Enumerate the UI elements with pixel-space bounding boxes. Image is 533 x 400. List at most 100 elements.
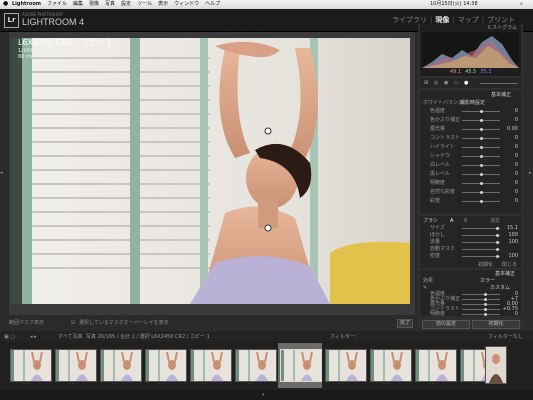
slider-knob[interactable] xyxy=(496,227,499,230)
slider-track[interactable] xyxy=(462,304,500,305)
main-photo[interactable] xyxy=(10,38,410,304)
filmstrip-cell[interactable]: · · xyxy=(323,343,367,388)
brush-tab-erase[interactable]: 消去 xyxy=(490,218,500,224)
slider-knob[interactable] xyxy=(496,241,499,244)
slider-knob[interactable] xyxy=(480,155,483,158)
slider-track[interactable] xyxy=(462,294,500,295)
filmstrip-toggle-icon[interactable]: ▾ xyxy=(262,392,265,398)
filmstrip-thumbnail[interactable] xyxy=(100,349,142,382)
menu-item[interactable]: 設定 xyxy=(121,1,131,7)
filmstrip-thumbnail[interactable] xyxy=(415,349,457,382)
slider-row[interactable]: シャドウ 0 xyxy=(420,153,521,162)
menu-item[interactable]: 編集 xyxy=(73,1,83,7)
slider-track[interactable] xyxy=(462,299,500,300)
slider-value[interactable]: 0 xyxy=(515,153,518,159)
slider-knob[interactable] xyxy=(480,191,483,194)
filmstrip-thumbnail[interactable] xyxy=(280,349,322,382)
filmstrip-cell[interactable]: · · xyxy=(188,343,232,388)
slider-knob[interactable] xyxy=(496,255,499,258)
slider-row[interactable]: 流量 100 xyxy=(420,239,521,246)
slider-knob[interactable] xyxy=(480,200,483,203)
slider-knob[interactable] xyxy=(480,128,483,131)
menu-item[interactable]: ファイル xyxy=(47,1,67,7)
slider-row[interactable]: 自動マスク xyxy=(420,246,521,253)
slider-knob[interactable] xyxy=(480,182,483,185)
slider-row[interactable]: 明瞭度 0 xyxy=(420,311,521,317)
filmstrip-thumbnail[interactable] xyxy=(10,349,52,382)
filmstrip-cell[interactable]: · · xyxy=(143,343,187,388)
filmstrip-thumbnail[interactable] xyxy=(485,346,507,384)
spot-removal-icon[interactable]: ◎ xyxy=(434,80,438,86)
filmstrip-thumbnail[interactable] xyxy=(325,349,367,382)
slider-track[interactable] xyxy=(462,242,500,243)
slider-value[interactable]: 0 xyxy=(515,135,518,141)
slider-row[interactable]: 彩度 0 xyxy=(420,198,521,207)
wb-value[interactable]: 撮影時設定 xyxy=(460,100,485,106)
left-panel-toggle-icon[interactable]: ◂ xyxy=(0,170,4,178)
slider-row[interactable]: コントラスト 0 xyxy=(420,135,521,144)
slider-knob[interactable] xyxy=(496,248,499,251)
basic-panel-header[interactable]: 基本補正 xyxy=(491,92,511,98)
filmstrip-thumbnail[interactable] xyxy=(235,349,277,382)
menu-item[interactable]: 現像 xyxy=(89,1,99,7)
spotlight-icon[interactable]: ⌕ xyxy=(520,1,523,7)
slider-row[interactable]: 色温度 0 xyxy=(420,108,521,117)
filmstrip-cell[interactable]: · · xyxy=(413,343,457,388)
slider-row[interactable]: ぼかし 100 xyxy=(420,232,521,239)
slider-track[interactable] xyxy=(462,256,500,257)
filmstrip-cell[interactable]: · · xyxy=(278,343,322,388)
overlay-checkbox-icon[interactable]: ☑ xyxy=(71,320,75,326)
slider-track[interactable] xyxy=(462,249,500,250)
slider-knob[interactable] xyxy=(480,164,483,167)
redeye-icon[interactable]: ◉ xyxy=(444,80,448,86)
filmstrip-cell[interactable]: · · xyxy=(368,343,412,388)
slider-value[interactable]: 0 xyxy=(515,311,518,317)
graduated-filter-icon[interactable]: ▭ xyxy=(454,80,459,86)
tone-panel-header[interactable]: 基本補正 xyxy=(495,271,515,277)
slider-knob[interactable] xyxy=(480,119,483,122)
apple-icon[interactable]: ● xyxy=(3,1,8,7)
slider-row[interactable]: 白レベル 0 xyxy=(420,162,521,171)
slider-value[interactable]: 0 xyxy=(515,198,518,204)
filmstrip-thumbnail[interactable] xyxy=(370,349,412,382)
brush-close-button[interactable]: 閉じる xyxy=(502,262,517,268)
slider-row[interactable]: 露光量 0.00 xyxy=(420,126,521,135)
view-grid-icon[interactable]: ▣ ▢ xyxy=(4,334,15,340)
menu-item[interactable]: Lightroom xyxy=(12,1,41,7)
menu-item[interactable]: ツール xyxy=(137,1,152,7)
slider-row[interactable]: 色かぶり補正 0 xyxy=(420,117,521,126)
filmstrip-cell[interactable]: · · xyxy=(53,343,97,388)
slider-knob[interactable] xyxy=(480,110,483,113)
right-panel-toggle-icon[interactable]: ▸ xyxy=(529,170,533,178)
menu-item[interactable]: ヘルプ xyxy=(205,1,220,7)
reset-button[interactable]: 初期化 xyxy=(472,320,520,329)
slider-track[interactable] xyxy=(462,314,500,315)
slider-row[interactable]: ハイライト 0 xyxy=(420,144,521,153)
filmstrip-cell[interactable]: · · xyxy=(8,343,52,388)
tone-mode-value[interactable]: カラー xyxy=(480,278,495,284)
menu-item[interactable]: 写真 xyxy=(105,1,115,7)
slider-row[interactable]: 黒レベル 0 xyxy=(420,171,521,180)
previous-settings-button[interactable]: 前の設定 xyxy=(422,320,470,329)
slider-value[interactable]: 15.1 xyxy=(507,225,518,231)
brush-tab-b[interactable]: B xyxy=(464,218,467,224)
nav-arrows-icon[interactable]: ◂ ▸ xyxy=(30,334,37,340)
crop-icon[interactable]: ⊞ xyxy=(424,80,428,86)
slider-track[interactable] xyxy=(462,228,500,229)
menu-item[interactable]: 表示 xyxy=(158,1,168,7)
slider-value[interactable]: 0 xyxy=(515,162,518,168)
slider-value[interactable]: 0 xyxy=(515,180,518,186)
slider-knob[interactable] xyxy=(480,173,483,176)
filmstrip-cell[interactable]: · · xyxy=(233,343,277,388)
filmstrip-thumbnail[interactable] xyxy=(190,349,232,382)
slider-value[interactable]: 0 xyxy=(515,117,518,123)
slider-value[interactable]: 100 xyxy=(508,239,518,245)
menu-item[interactable]: ウィンドウ xyxy=(174,1,199,7)
slider-value[interactable]: 0 xyxy=(515,108,518,114)
slider-value[interactable]: 0.00 xyxy=(507,126,518,132)
done-button[interactable]: 完了 xyxy=(397,319,413,328)
source-label[interactable]: すべて写真 xyxy=(58,334,82,340)
slider-row[interactable]: 自然な彩度 0 xyxy=(420,189,521,198)
filmstrip-cell[interactable]: · · xyxy=(98,343,142,388)
tool-slider[interactable] xyxy=(480,83,518,84)
